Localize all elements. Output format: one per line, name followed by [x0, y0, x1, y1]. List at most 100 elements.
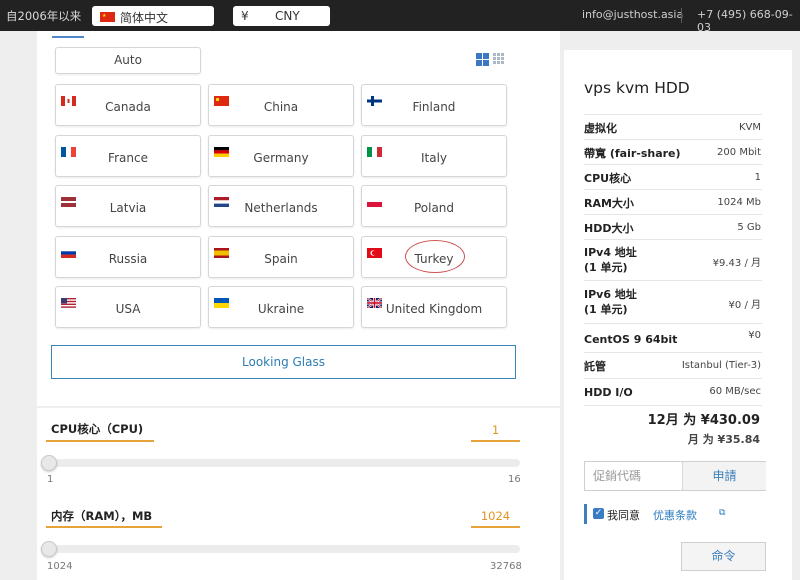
total-annual: 12月 为 ¥430.09	[647, 413, 760, 428]
spec-row: IPv6 地址 (1 单元) ¥0 / 月	[584, 280, 762, 324]
location-label: USA	[115, 302, 141, 316]
spec-row: HDD I/O 60 MB/sec	[584, 378, 762, 406]
location-label: Canada	[105, 100, 151, 114]
ram-label-underline	[46, 526, 162, 528]
spec-value: 200 Mbit	[717, 147, 761, 158]
tab-indicator	[52, 36, 84, 38]
spec-value: 5 Gb	[737, 222, 761, 233]
spec-label: CentOS 9 64bit	[584, 333, 678, 346]
location-label: Netherlands	[244, 201, 318, 215]
location-auto-button[interactable]: Auto	[55, 47, 201, 74]
spec-label: 虚拟化	[584, 122, 617, 135]
spec-value: ¥0	[748, 330, 761, 341]
location-spain[interactable]: Spain	[208, 236, 354, 278]
cpu-min: 1	[47, 474, 54, 485]
location-label: Spain	[264, 252, 298, 266]
spec-row: CPU核心 1	[584, 164, 762, 190]
cpu-label-underline	[46, 440, 154, 442]
ram-slider-track[interactable]	[48, 545, 520, 553]
promo-group: 申請	[584, 461, 766, 491]
spec-label: HDD I/O	[584, 386, 633, 399]
svg-text:★: ★	[102, 13, 107, 19]
ram-value-underline	[471, 526, 520, 528]
location-france[interactable]: France	[55, 135, 201, 177]
spec-label: IPv6 地址 (1 单元)	[584, 288, 637, 316]
apply-promo-button[interactable]: 申請	[682, 462, 766, 490]
cpu-value-underline	[471, 440, 520, 442]
ram-max: 32768	[490, 561, 522, 572]
plan-title: vps kvm HDD	[584, 79, 690, 97]
location-united-kingdom[interactable]: United Kingdom	[361, 286, 507, 328]
spec-value: ¥0 / 月	[728, 300, 761, 311]
spec-label: CPU核心	[584, 172, 632, 185]
ram-value[interactable]: 1024	[471, 509, 520, 523]
location-china[interactable]: China	[208, 84, 354, 126]
spec-value: 60 MB/sec	[709, 386, 761, 397]
top-bar: 自2006年以来 ★ 简体中文 ¥ CNY info@justhost.asia…	[0, 0, 800, 34]
location-usa[interactable]: USA	[55, 286, 201, 328]
spec-row: CentOS 9 64bit ¥0	[584, 323, 762, 353]
spec-label: HDD大小	[584, 222, 634, 235]
location-poland[interactable]: Poland	[361, 185, 507, 227]
cpu-label: CPU核心（CPU)	[51, 422, 144, 436]
spec-label: IPv4 地址 (1 单元)	[584, 246, 637, 274]
location-label: Poland	[413, 201, 455, 215]
currency-select[interactable]: ¥ CNY	[233, 6, 330, 26]
cpu-value[interactable]: 1	[471, 423, 520, 437]
spec-label: 帶寬 (fair-share)	[584, 147, 681, 160]
spec-row: 託管 Istanbul (Tier-3)	[584, 352, 762, 379]
spec-label: 託管	[584, 360, 606, 373]
spec-value: Istanbul (Tier-3)	[681, 360, 761, 371]
location-label: Latvia	[109, 201, 147, 215]
ram-label: 内存（RAM），MB	[51, 509, 153, 523]
order-button[interactable]: 命令	[681, 542, 766, 571]
location-russia[interactable]: Russia	[55, 236, 201, 278]
promo-code-input[interactable]	[585, 462, 689, 490]
looking-glass-button[interactable]: Looking Glass	[51, 345, 516, 379]
location-germany[interactable]: Germany	[208, 135, 354, 177]
spec-value: ¥9.43 / 月	[712, 258, 761, 269]
spec-row: IPv4 地址 (1 单元) ¥9.43 / 月	[584, 239, 762, 281]
cpu-slider-track[interactable]	[48, 459, 520, 467]
grid-view-icon[interactable]	[476, 53, 508, 67]
language-label: 简体中文	[120, 11, 169, 25]
spec-value: 1	[754, 172, 761, 183]
spec-row: 帶寬 (fair-share) 200 Mbit	[584, 139, 762, 165]
location-label: United Kingdom	[385, 302, 483, 316]
location-finland[interactable]: Finland	[361, 84, 507, 126]
terms-link[interactable]: 优惠条款	[653, 507, 697, 523]
agree-label: 我同意	[607, 509, 640, 522]
cpu-slider-handle[interactable]	[41, 455, 57, 471]
terms-agreement: ✓ 我同意 优惠条款 ⧉	[584, 504, 747, 524]
china-flag-icon: ★	[100, 11, 115, 22]
cpu-max: 16	[508, 474, 521, 485]
terms-checkbox[interactable]: ✓	[593, 508, 604, 519]
location-label: Russia	[108, 252, 148, 266]
spec-row: 虚拟化 KVM	[584, 114, 762, 140]
ram-slider-handle[interactable]	[41, 541, 57, 557]
location-label: Ukraine	[257, 302, 305, 316]
spec-label: RAM大小	[584, 197, 634, 210]
spec-row: RAM大小 1024 Mb	[584, 189, 762, 215]
location-canada[interactable]: Canada	[55, 84, 201, 126]
location-auto-label: Auto	[114, 53, 142, 67]
location-netherlands[interactable]: Netherlands	[208, 185, 354, 227]
currency-symbol: ¥	[241, 9, 249, 23]
ram-min: 1024	[47, 561, 73, 572]
location-label: Germany	[253, 151, 309, 165]
spec-row: HDD大小 5 Gb	[584, 214, 762, 240]
external-link-icon: ⧉	[719, 508, 726, 518]
location-ukraine[interactable]: Ukraine	[208, 286, 354, 328]
location-italy[interactable]: Italy	[361, 135, 507, 177]
since-text: 自2006年以来	[6, 9, 82, 23]
email-link[interactable]: info@justhost.asia	[582, 8, 683, 21]
spec-value: KVM	[738, 122, 761, 133]
currency-label: CNY	[275, 9, 300, 23]
location-label: Italy	[420, 151, 448, 165]
location-label: Finland	[412, 100, 456, 114]
total-monthly: 月 为 ¥35.84	[687, 433, 760, 446]
highlight-circle	[405, 240, 465, 273]
location-latvia[interactable]: Latvia	[55, 185, 201, 227]
language-select[interactable]: ★ 简体中文	[92, 6, 214, 26]
location-label: France	[108, 151, 148, 165]
